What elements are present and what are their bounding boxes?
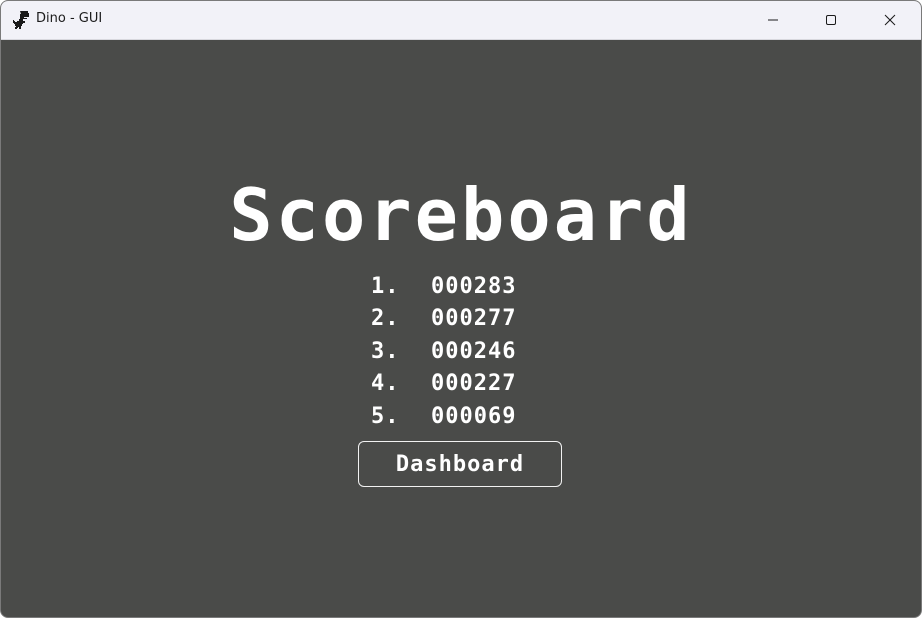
score-value: 000246 [431, 338, 517, 364]
score-row: 1. 000283 [371, 270, 571, 303]
score-row: 5. 000069 [371, 400, 571, 433]
minimize-button[interactable] [744, 1, 802, 39]
close-button[interactable] [861, 1, 919, 39]
page-title: Scoreboard [229, 173, 693, 257]
close-icon [884, 14, 896, 26]
window-title: Dino - GUI [36, 11, 103, 26]
maximize-button[interactable] [802, 1, 860, 39]
score-rank: 5. [371, 403, 400, 429]
score-value: 000283 [431, 273, 517, 299]
score-rank: 4. [371, 371, 400, 397]
game-canvas: Scoreboard 1. 000283 2. 000277 3. 000246… [1, 40, 921, 617]
maximize-icon [826, 15, 836, 25]
score-value: 000069 [431, 403, 517, 429]
title-bar[interactable]: Dino - GUI [1, 1, 921, 40]
score-rank: 1. [371, 273, 400, 299]
dashboard-button[interactable]: Dashboard [358, 441, 562, 487]
dino-icon [13, 11, 29, 29]
score-rank: 2. [371, 306, 400, 332]
score-row: 2. 000277 [371, 303, 571, 336]
score-value: 000227 [431, 371, 517, 397]
score-row: 3. 000246 [371, 335, 571, 368]
score-list: 1. 000283 2. 000277 3. 000246 4. 000227 … [371, 270, 571, 433]
app-window: Dino - GUI Scoreboard 1. 000283 2. 00027… [0, 0, 922, 618]
score-rank: 3. [371, 338, 400, 364]
score-row: 4. 000227 [371, 368, 571, 401]
score-value: 000277 [431, 306, 517, 332]
minimize-icon [768, 19, 778, 21]
